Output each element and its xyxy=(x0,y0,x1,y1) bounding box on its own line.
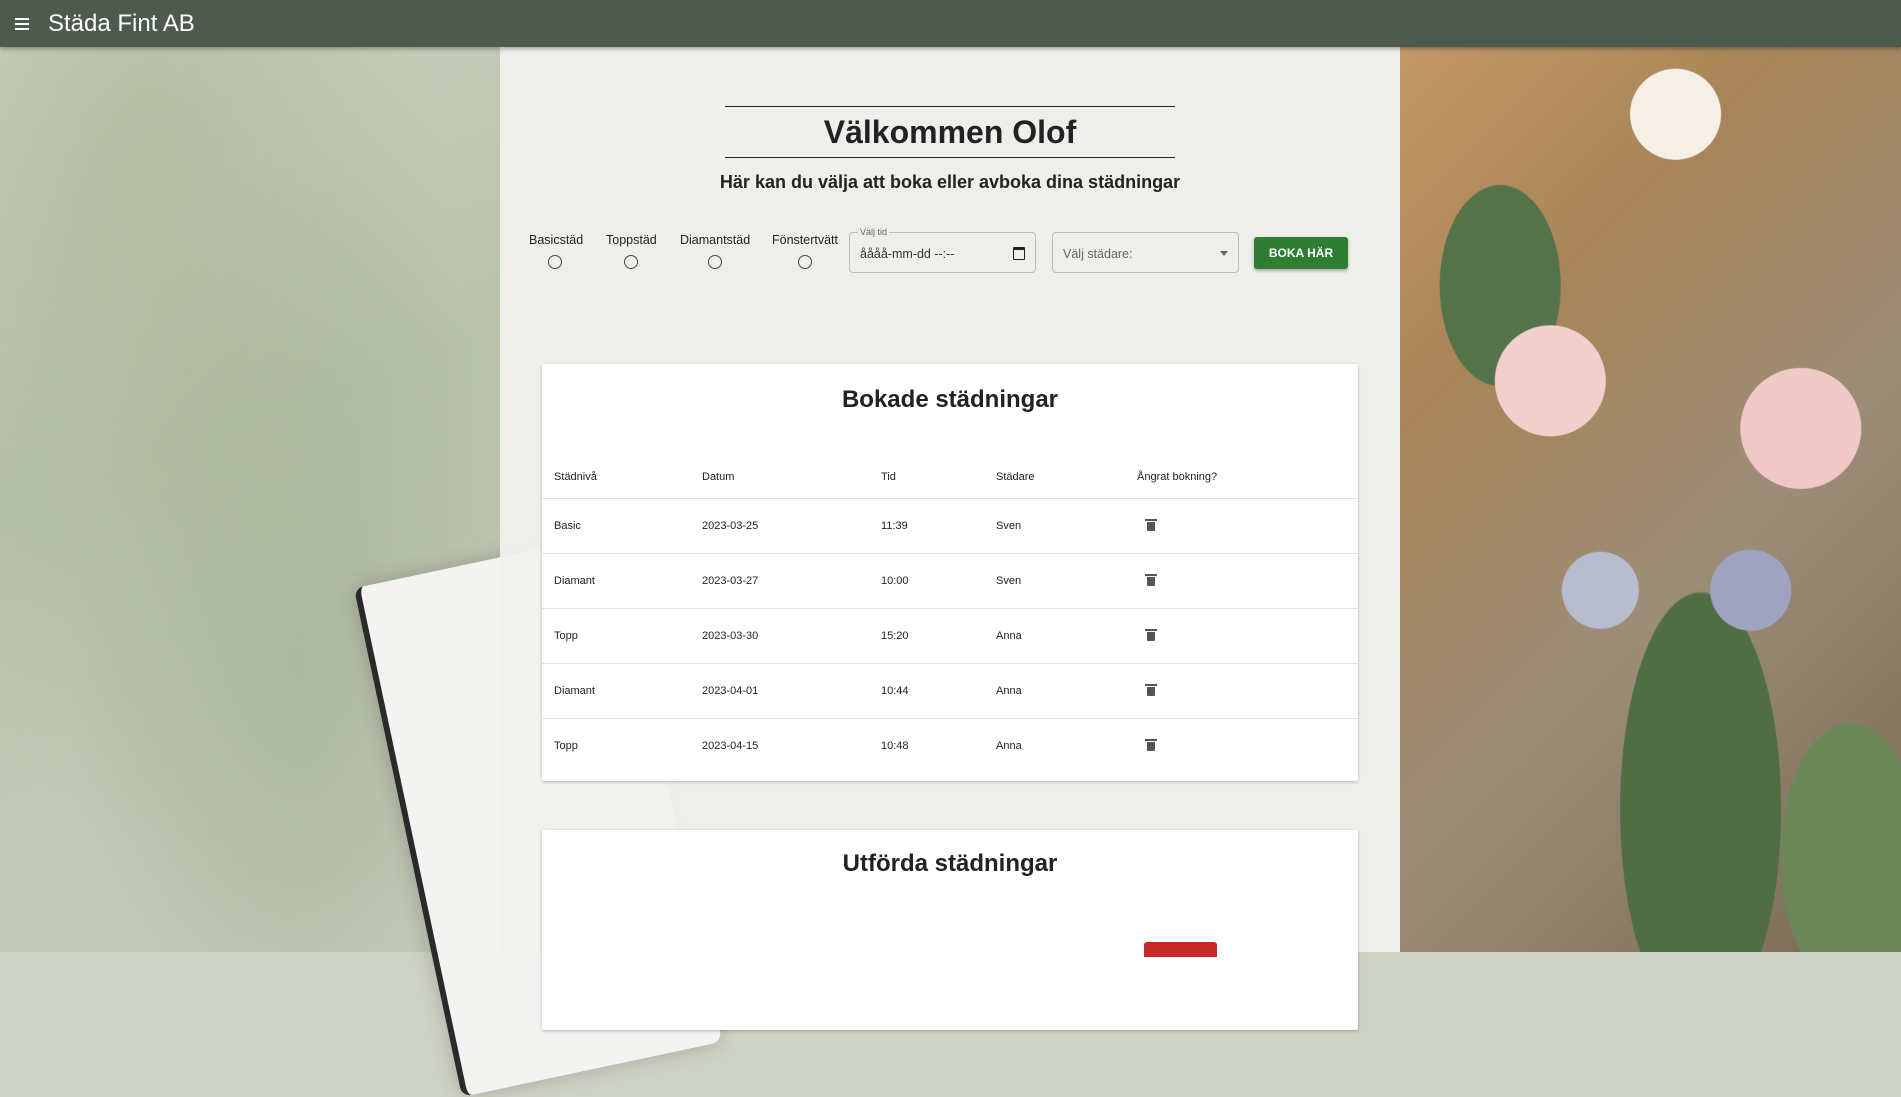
radio-button[interactable] xyxy=(798,255,812,269)
cell-time: 11:39 xyxy=(869,498,984,554)
cell-level: Topp xyxy=(554,740,578,752)
booked-cleanings-card: Bokade städningar Städnivå Datum Tid Stä… xyxy=(542,364,1358,781)
app-title: Städa Fint AB xyxy=(48,9,195,37)
cell-action xyxy=(1125,553,1358,609)
column-header: Tid xyxy=(869,456,984,499)
top-app-bar: Städa Fint AB xyxy=(0,0,1901,47)
datetime-input[interactable]: Välj tid åååå-mm-dd --:-- xyxy=(849,227,1036,273)
table-row: Topp 2023-04-15 10:48 Anna xyxy=(542,719,1358,774)
cell-cleaner: Anna xyxy=(984,663,1125,719)
cell-cleaner: Sven xyxy=(984,498,1125,554)
option-basicstad[interactable]: Basicstäd xyxy=(529,233,584,272)
cell-cleaner: Sven xyxy=(984,553,1125,609)
cell-cleaner: Anna xyxy=(984,608,1125,664)
table-row: Basic 2023-03-25 11:39 Sven xyxy=(542,498,1358,554)
background-flowers xyxy=(1400,0,1901,952)
chevron-down-icon xyxy=(1220,251,1228,256)
datetime-value: åååå-mm-dd --:-- xyxy=(860,247,955,261)
trash-icon[interactable] xyxy=(1145,518,1157,531)
option-toppstad[interactable]: Toppstäd xyxy=(606,233,657,272)
option-label: Fönstertvätt xyxy=(772,233,838,247)
cell-time: 10:48 xyxy=(881,740,909,752)
cell-action xyxy=(1125,719,1358,774)
calendar-icon[interactable] xyxy=(1013,247,1025,260)
trash-icon[interactable] xyxy=(1145,628,1157,641)
table-header-row: Städnivå Datum Tid Städare Ångrat boknin… xyxy=(542,456,1358,499)
column-header: Ångrat bokning? xyxy=(1125,456,1358,499)
column-header: Datum xyxy=(690,456,869,499)
cell-time: 10:00 xyxy=(869,553,984,609)
column-header: Städnivå xyxy=(542,456,690,499)
trash-icon[interactable] xyxy=(1145,573,1157,586)
page-subtitle: Här kan du välja att boka eller avboka d… xyxy=(719,172,1181,192)
cell-action xyxy=(1125,663,1358,719)
welcome-heading: Välkommen Olof xyxy=(725,106,1175,158)
booked-cleanings-table: Städnivå Datum Tid Städare Ångrat boknin… xyxy=(542,456,1358,773)
completed-cleanings-title: Utförda städningar xyxy=(842,850,1058,877)
cell-action xyxy=(1125,498,1358,554)
column-header: Städare xyxy=(984,456,1125,499)
menu-icon[interactable] xyxy=(15,17,29,30)
cell-date: 2023-03-25 xyxy=(690,498,869,554)
cleaner-select-placeholder: Välj städare: xyxy=(1063,247,1133,261)
radio-button[interactable] xyxy=(624,255,638,269)
cell-date: 2023-03-30 xyxy=(690,608,869,664)
radio-button[interactable] xyxy=(708,255,722,269)
cell-date: 2023-03-27 xyxy=(690,553,869,609)
option-label: Basicstäd xyxy=(529,233,584,247)
cell-level: Diamant xyxy=(542,553,690,609)
cell-cleaner: Anna xyxy=(996,740,1022,752)
cleaner-select[interactable]: Välj städare: xyxy=(1052,232,1239,273)
cell-date: 2023-04-15 xyxy=(702,740,759,752)
option-fonstertvatt[interactable]: Fönstertvätt xyxy=(772,233,838,272)
trash-icon[interactable] xyxy=(1145,683,1157,696)
cell-time: 10:44 xyxy=(869,663,984,719)
cell-time: 15:20 xyxy=(869,608,984,664)
table-row: Topp 2023-03-30 15:20 Anna xyxy=(542,608,1358,664)
delete-button[interactable] xyxy=(1144,942,1217,957)
option-label: Toppstäd xyxy=(606,233,657,247)
main-panel: Välkommen Olof Här kan du välja att boka… xyxy=(500,47,1400,1030)
table-row: Diamant 2023-03-27 10:00 Sven xyxy=(542,553,1358,609)
cell-level: Basic xyxy=(542,498,690,554)
cell-level: Diamant xyxy=(542,663,690,719)
trash-icon[interactable] xyxy=(1145,738,1157,751)
cell-action xyxy=(1125,608,1358,664)
option-label: Diamantstäd xyxy=(680,233,751,247)
booked-cleanings-title: Bokade städningar xyxy=(841,386,1059,413)
datetime-label: Välj tid xyxy=(858,227,890,237)
table-row: Diamant 2023-04-01 10:44 Anna xyxy=(542,663,1358,719)
completed-cleanings-card: Utförda städningar xyxy=(542,830,1358,1030)
cell-level: Topp xyxy=(542,608,690,664)
cell-date: 2023-04-01 xyxy=(690,663,869,719)
book-button[interactable]: BOKA HÄR xyxy=(1254,237,1348,269)
option-diamantstad[interactable]: Diamantstäd xyxy=(680,233,750,272)
radio-button[interactable] xyxy=(548,255,562,269)
